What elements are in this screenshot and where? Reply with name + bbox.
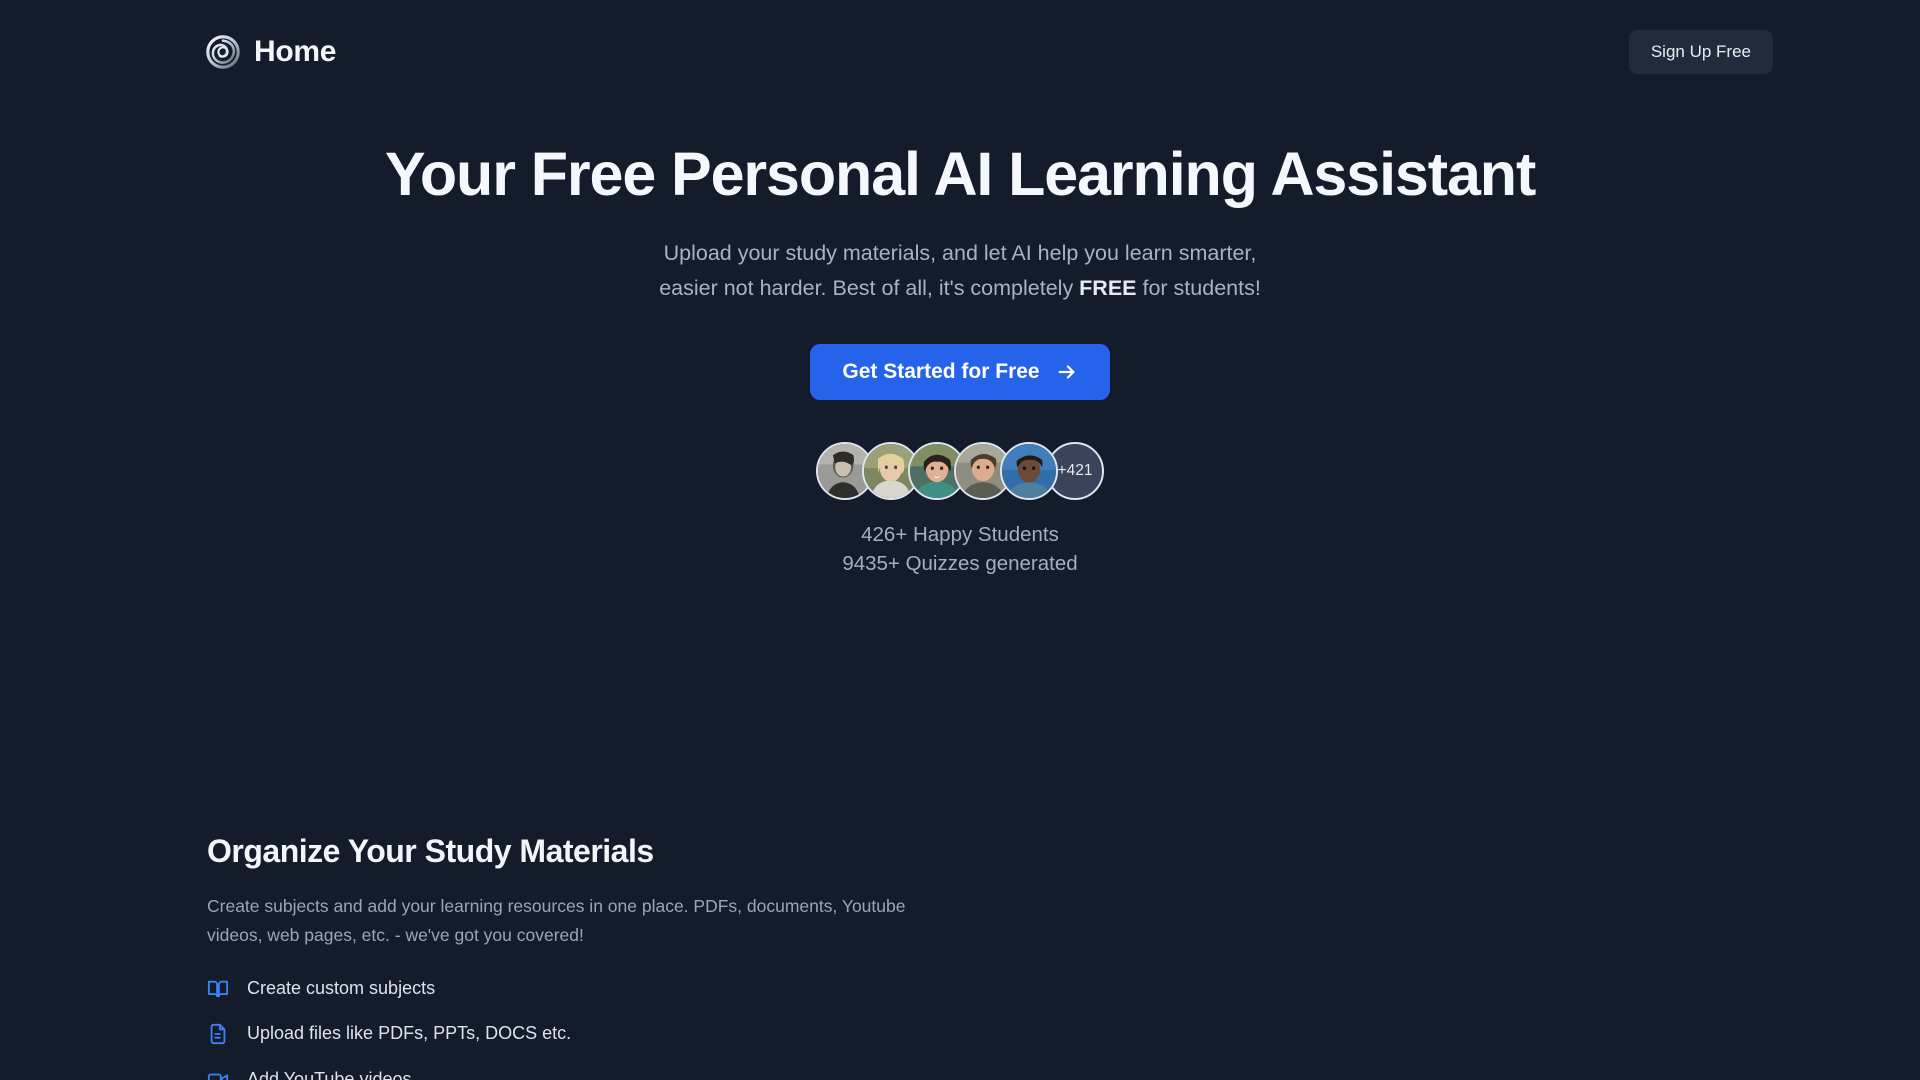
list-item: Upload files like PDFs, PPTs, DOCS etc. bbox=[207, 1022, 947, 1045]
stats-block: 426+ Happy Students 9435+ Quizzes genera… bbox=[842, 520, 1077, 578]
site-header: Home Sign Up Free bbox=[0, 0, 1920, 104]
file-text-icon bbox=[210, 1024, 226, 1045]
page-title: Your Free Personal AI Learning Assistant bbox=[384, 140, 1536, 208]
cta-container: Get Started for Free bbox=[0, 343, 1920, 400]
avatar-photo-5 bbox=[1002, 443, 1056, 498]
get-started-label: Get Started for Free bbox=[842, 360, 1040, 384]
section-title: Organize Your Study Materials bbox=[207, 833, 654, 869]
section-body: Create subjects and add your learning re… bbox=[207, 892, 937, 949]
feature-label: Upload files like PDFs, PPTs, DOCS etc. bbox=[247, 1023, 572, 1044]
get-started-button[interactable]: Get Started for Free bbox=[810, 343, 1110, 400]
avatar-group: +421 bbox=[816, 441, 1104, 500]
hero-section: Your Free Personal AI Learning Assistant… bbox=[0, 140, 1920, 578]
feature-list: Create custom subjects Upload files like… bbox=[207, 977, 947, 1080]
list-item: Add YouTube videos bbox=[207, 1068, 947, 1080]
sign-up-free-button[interactable]: Sign Up Free bbox=[1628, 30, 1773, 74]
video-icon bbox=[207, 1073, 229, 1080]
hero-subtitle-emphasis: FREE bbox=[1079, 276, 1137, 301]
section-body-line-1: Create subjects and add your learning re… bbox=[207, 896, 906, 917]
hero-subtitle-line-2-suffix: for students! bbox=[1136, 276, 1261, 301]
spiral-vortex-logo-icon bbox=[206, 35, 240, 69]
hero-subtitle-line-2-prefix: easier not harder. Best of all, it's com… bbox=[659, 276, 1080, 301]
avatar bbox=[1000, 441, 1058, 500]
list-item: Create custom subjects bbox=[207, 977, 947, 1000]
arrow-right-icon bbox=[1058, 365, 1075, 379]
social-proof: +421 426+ Happy Students 9435+ Quizzes g… bbox=[0, 441, 1920, 578]
stat-quizzes-generated: 9435+ Quizzes generated bbox=[842, 552, 1078, 576]
feature-label: Add YouTube videos bbox=[247, 1068, 412, 1080]
brand-name: Home bbox=[254, 35, 337, 68]
landing-page: Home Sign Up Free Your Free Personal AI … bbox=[0, 0, 1920, 1080]
hero-subtitle: Upload your study materials, and let AI … bbox=[620, 236, 1300, 306]
section-body-line-2: videos, web pages, etc. - we've got you … bbox=[207, 924, 584, 945]
feature-label: Create custom subjects bbox=[247, 978, 436, 999]
section-copy: Organize Your Study Materials Create sub… bbox=[207, 832, 947, 1080]
hero-subtitle-line-1: Upload your study materials, and let AI … bbox=[663, 241, 1257, 266]
book-open-icon bbox=[207, 980, 229, 998]
stat-happy-students: 426+ Happy Students bbox=[861, 522, 1059, 546]
brand-home-link[interactable]: Home bbox=[206, 35, 336, 69]
organize-study-materials-section: Organize Your Study Materials Create sub… bbox=[0, 672, 1920, 1080]
